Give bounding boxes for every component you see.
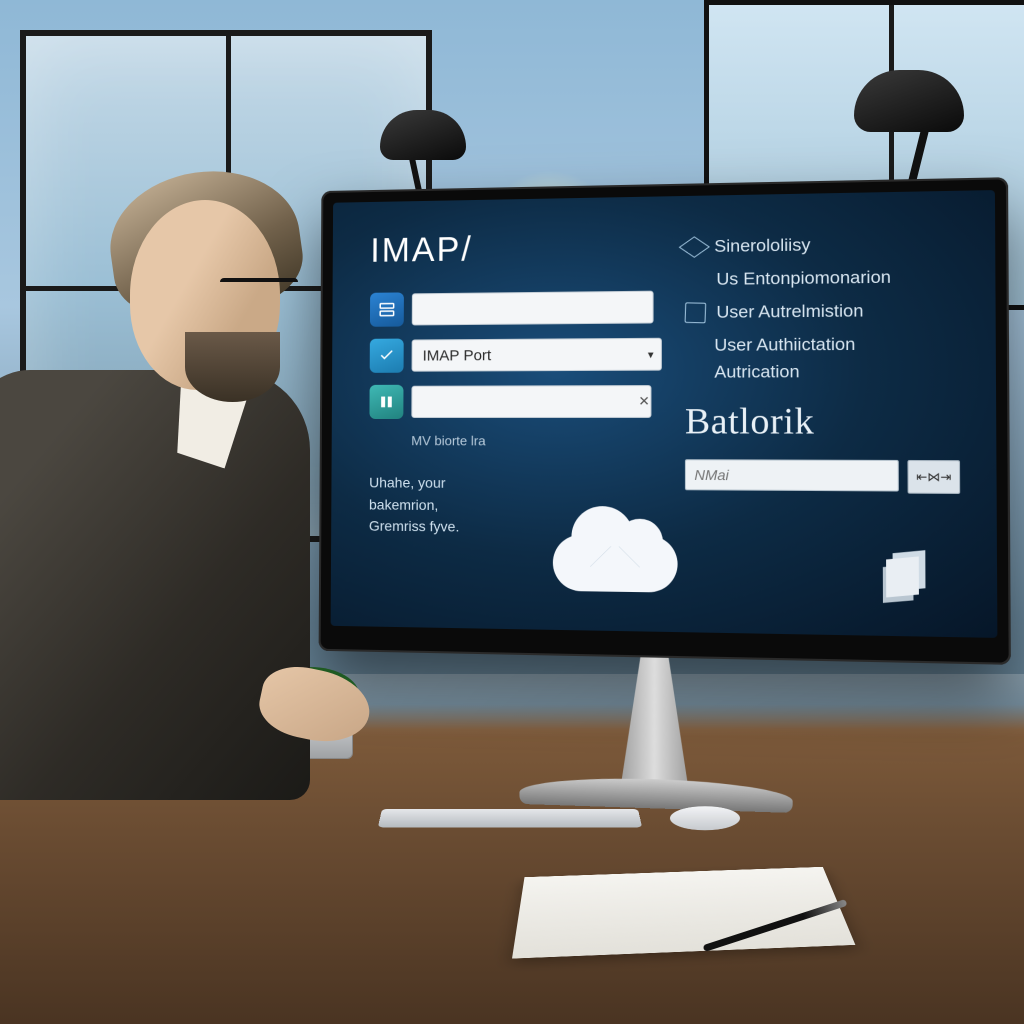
settings-icon (369, 385, 403, 419)
port-icon (370, 339, 404, 373)
server-icon (370, 292, 404, 326)
checkbox-icon (685, 302, 707, 323)
side-item-label: Sinerololiisy (714, 235, 810, 257)
screen: IMAP/ ▾ (331, 190, 998, 638)
side-subtext-2: Autrication (714, 361, 959, 383)
swap-icon: ⇤⋈⇥ (916, 469, 951, 484)
port-row: ▾ (370, 337, 654, 373)
cloud-mail-icon (553, 504, 678, 593)
mini-action-button[interactable]: ⇤⋈⇥ (907, 460, 960, 494)
mouse (669, 806, 741, 830)
mini-input[interactable] (685, 459, 899, 491)
server-row (370, 290, 654, 327)
papers-icon (884, 547, 937, 594)
side-item-3[interactable]: User Autrelmistion (685, 300, 959, 323)
port-input[interactable] (412, 338, 663, 372)
side-item-label: Us Entonpiomonarion (716, 267, 891, 290)
side-item-2[interactable]: Us Entonpiomonarion (687, 266, 959, 290)
side-subtext-1: User Authiictation (714, 334, 959, 356)
monitor: IMAP/ ▾ (319, 177, 1011, 665)
server-input[interactable] (412, 291, 654, 326)
brand-wordmark: Batlorik (685, 399, 960, 443)
clear-icon[interactable]: ✕ (635, 392, 654, 411)
keyboard (378, 809, 642, 827)
desk-plant (255, 669, 365, 759)
third-input[interactable] (411, 385, 651, 418)
field-sublabel: MV biorte lra (411, 433, 653, 449)
third-row: ✕ (369, 384, 653, 419)
cube-icon (679, 236, 710, 258)
page-title: IMAP/ (370, 227, 653, 271)
side-item-1[interactable]: Sinerololiisy (685, 233, 959, 258)
helper-text: Uhahe, your bakemrion, Gremriss fyve. (369, 472, 551, 539)
side-item-label: User Autrelmistion (716, 301, 863, 323)
